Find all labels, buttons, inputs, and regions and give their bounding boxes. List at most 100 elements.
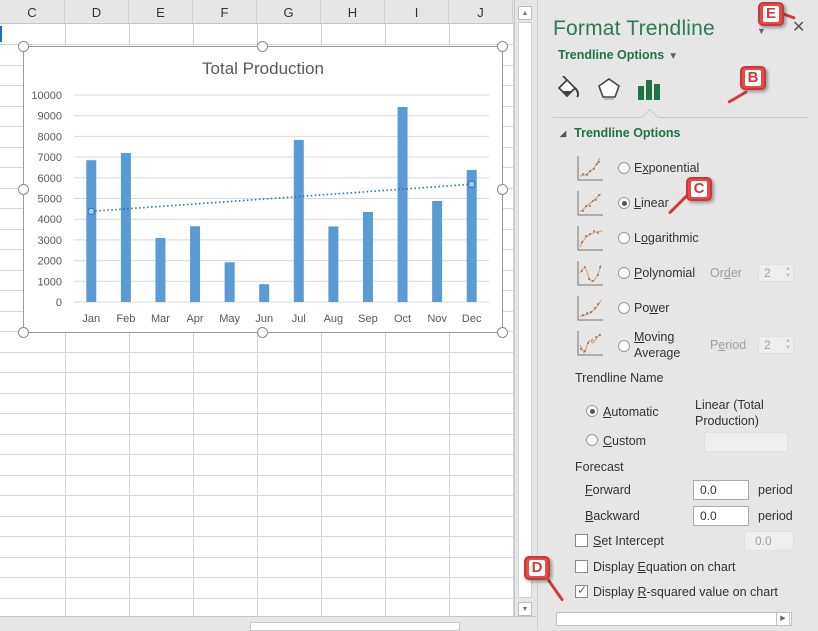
polynomial-radio[interactable]	[618, 267, 630, 279]
trend-option-power[interactable]: Power	[576, 294, 816, 324]
display-rsquared-checkbox[interactable]	[575, 583, 588, 598]
automatic-name-radio[interactable]	[586, 405, 598, 417]
resize-handle-top-left[interactable]	[18, 41, 29, 52]
exponential-label[interactable]: Exponential	[634, 161, 699, 175]
row-gridline	[0, 516, 514, 517]
column-header-g[interactable]: G	[257, 0, 321, 24]
intercept-value-input[interactable]: 0.0	[744, 531, 794, 551]
moving-average-label-line1[interactable]: Moving	[634, 330, 674, 344]
exponential-radio[interactable]	[618, 162, 630, 174]
forward-periods-input[interactable]: 0.0	[693, 480, 749, 500]
bar-chart-icon[interactable]	[636, 76, 662, 102]
set-intercept-label[interactable]: Set Intercept	[593, 534, 664, 548]
display-equation-checkbox[interactable]	[575, 560, 588, 573]
display-equation-label[interactable]: Display Equation on chart	[593, 560, 735, 574]
automatic-name-value-line2: Production)	[695, 414, 759, 428]
resize-handle-right[interactable]	[497, 184, 508, 195]
horizontal-scrollbar[interactable]	[0, 616, 536, 631]
pane-horizontal-scrollbar[interactable]	[556, 612, 792, 626]
moving-average-label-line2[interactable]: Average	[634, 346, 680, 360]
column-header-j[interactable]: J	[449, 0, 513, 24]
y-tick-label: 0	[56, 297, 62, 309]
period-label: Period	[710, 338, 747, 352]
resize-handle-bottom-left[interactable]	[18, 327, 29, 338]
bar-jul[interactable]	[293, 139, 304, 302]
trendline-options-section[interactable]: ◢ Trendline Options	[560, 126, 680, 140]
row-gridline	[0, 434, 514, 435]
trendline-end-handle[interactable]	[468, 180, 476, 188]
pentagon-icon[interactable]	[596, 76, 622, 102]
logarithmic-label[interactable]: Logarithmic	[634, 231, 699, 245]
x-tick-label: Mar	[151, 313, 170, 325]
bar-jun[interactable]	[259, 284, 270, 302]
callout-c: C	[686, 177, 712, 201]
spreadsheet-area[interactable]: C D E F G H I J Total Production 0 1000 20…	[0, 0, 514, 630]
column-header-i[interactable]: I	[385, 0, 449, 24]
bar-jan[interactable]	[86, 160, 97, 302]
bar-may[interactable]	[224, 262, 235, 302]
linear-radio[interactable]	[618, 197, 630, 209]
linear-label[interactable]: Linear	[634, 196, 669, 210]
power-radio[interactable]	[618, 302, 630, 314]
resize-handle-top[interactable]	[257, 41, 268, 52]
x-tick-label: Sep	[358, 313, 378, 325]
y-tick-label: 6000	[38, 173, 62, 185]
forecast-heading: Forecast	[575, 460, 624, 474]
row-gridline	[0, 454, 514, 455]
vertical-scrollbar[interactable]: ▲ ▼	[514, 0, 536, 620]
custom-name-radio[interactable]	[586, 434, 598, 446]
trend-option-logarithmic[interactable]: Logarithmic	[576, 224, 816, 254]
column-header-h[interactable]: H	[321, 0, 385, 24]
callout-e: E	[758, 2, 784, 26]
bar-aug[interactable]	[328, 226, 339, 302]
trend-option-moving-average[interactable]: Moving Average Period 2 ▲ ▼	[576, 329, 816, 365]
bar-mar[interactable]	[155, 238, 166, 302]
resize-handle-bottom[interactable]	[257, 327, 268, 338]
stepper-arrows-icon[interactable]: ▲ ▼	[785, 266, 791, 280]
resize-handle-left[interactable]	[18, 184, 29, 195]
resize-handle-top-right[interactable]	[497, 41, 508, 52]
stepper-arrows-icon[interactable]: ▲ ▼	[785, 338, 791, 352]
column-header-f[interactable]: F	[193, 0, 257, 24]
bar-nov[interactable]	[432, 200, 443, 302]
trendline[interactable]	[91, 183, 472, 213]
power-label[interactable]: Power	[634, 301, 669, 315]
column-header-d[interactable]: D	[65, 0, 129, 24]
scroll-track[interactable]	[518, 22, 532, 598]
scroll-up-button[interactable]: ▲	[518, 6, 532, 20]
logarithmic-radio[interactable]	[618, 232, 630, 244]
row-gridline	[0, 495, 514, 496]
chart[interactable]: Total Production 0 1000 2000 3000 4000 5000 60…	[23, 46, 503, 333]
resize-handle-bottom-right[interactable]	[497, 327, 508, 338]
trend-option-polynomial[interactable]: Polynomial Order 2 ▲ ▼	[576, 259, 816, 289]
custom-name-label[interactable]: Custom	[603, 434, 646, 448]
moving-average-radio[interactable]	[618, 340, 630, 352]
chart-plot[interactable]: 0 1000 2000 3000 4000 5000 6000 7000 8000 9000 100…	[24, 47, 504, 334]
column-header-c[interactable]: C	[0, 0, 65, 24]
polynomial-label[interactable]: Polynomial	[634, 266, 695, 280]
pane-scroll-right-button[interactable]: ▶	[776, 612, 790, 626]
column-header-e[interactable]: E	[129, 0, 193, 24]
bar-dec[interactable]	[466, 169, 477, 302]
trendline-start-handle[interactable]	[87, 207, 95, 215]
y-tick-label: 8000	[38, 131, 62, 143]
custom-name-input[interactable]	[704, 432, 788, 452]
period-stepper[interactable]: 2 ▲ ▼	[758, 336, 794, 354]
bar-sep[interactable]	[362, 211, 373, 302]
automatic-name-label[interactable]: Automatic	[603, 405, 659, 419]
x-tick-label: Aug	[324, 313, 344, 325]
paint-bucket-icon[interactable]	[556, 76, 582, 102]
options-category-menu[interactable]: Trendline Options ▼	[558, 48, 678, 62]
backward-periods-input[interactable]: 0.0	[693, 506, 749, 526]
bar-feb[interactable]	[120, 152, 131, 302]
order-stepper[interactable]: 2 ▲ ▼	[758, 264, 794, 282]
bar-oct[interactable]	[397, 107, 408, 302]
set-intercept-checkbox[interactable]	[575, 534, 588, 547]
display-rsquared-label[interactable]: Display R-squared value on chart	[593, 585, 778, 599]
pane-options-dropdown-icon[interactable]: ▼	[757, 26, 766, 36]
section-title: Trendline Options	[574, 126, 681, 140]
backward-label: Backward	[585, 509, 640, 523]
bar-apr[interactable]	[190, 226, 201, 302]
scroll-down-button[interactable]: ▼	[518, 602, 532, 616]
close-icon[interactable]: ✕	[792, 17, 805, 37]
